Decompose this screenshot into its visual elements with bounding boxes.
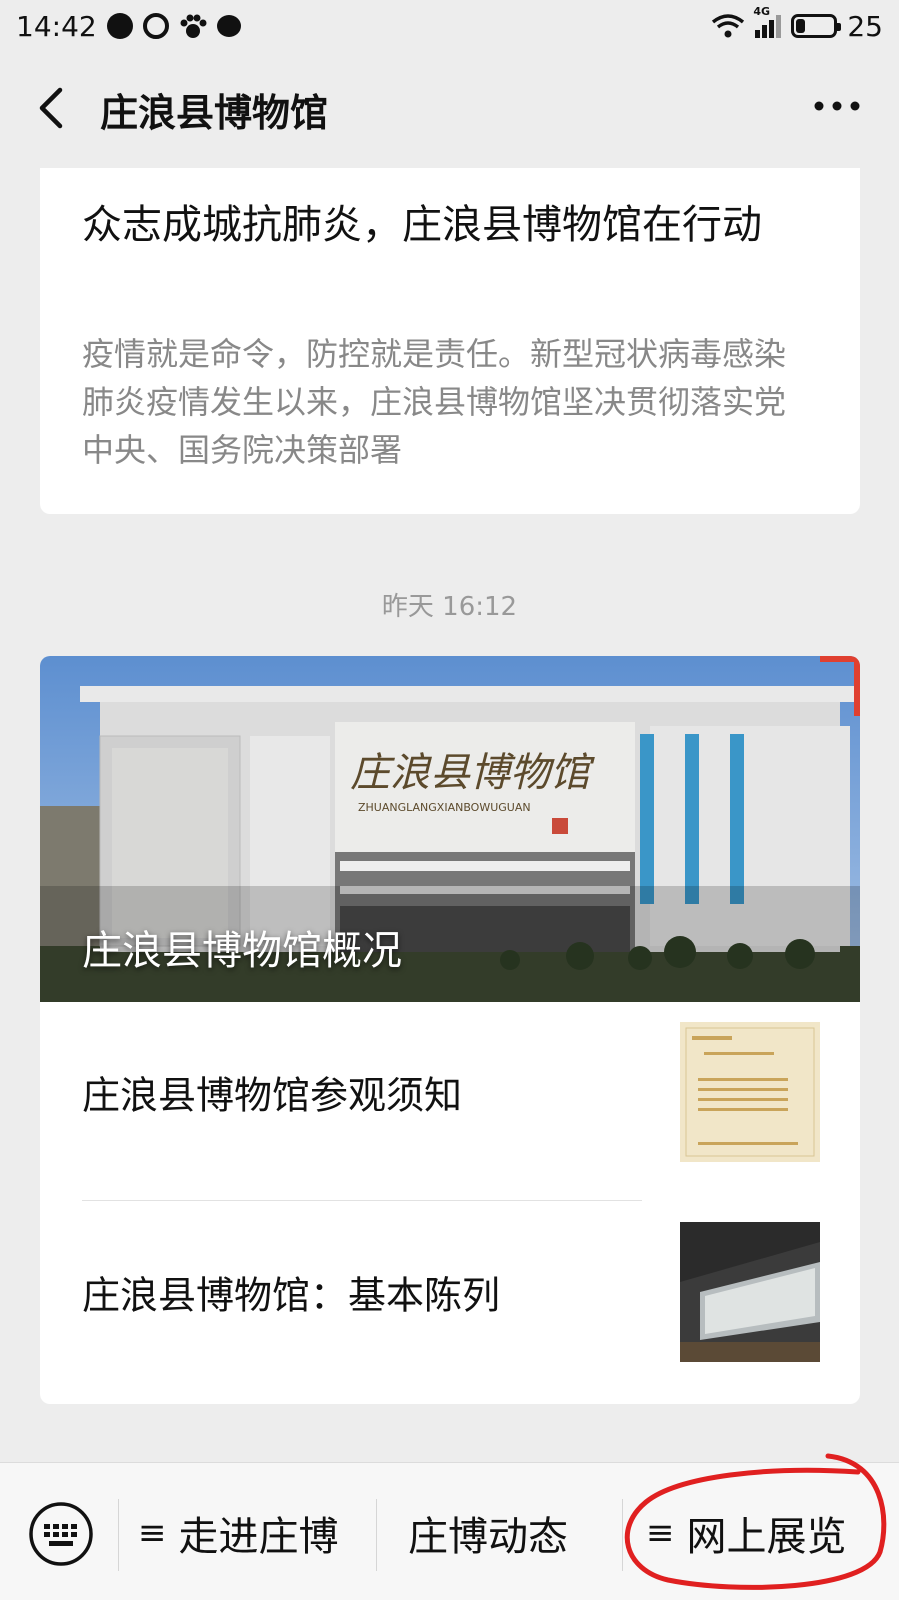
chat-icon bbox=[216, 15, 241, 37]
article-card[interactable]: 众志成城抗肺炎，庄浪县博物馆在行动 疫情就是命令，防控就是责任。新型冠状病毒感染… bbox=[40, 168, 860, 514]
menu-divider bbox=[118, 1499, 119, 1571]
article-group-card: 庄浪县博物馆 ZHUANGLANGXIANBOWUGUAN 庄浪县博物馆概况 庄… bbox=[40, 656, 860, 1404]
menu-divider bbox=[622, 1499, 623, 1571]
article-item[interactable]: 庄浪县博物馆参观须知 bbox=[40, 1002, 860, 1182]
article-item[interactable]: 庄浪县博物馆：基本陈列 bbox=[40, 1202, 860, 1382]
menu-item-dongtai[interactable]: 庄博动态 bbox=[408, 1497, 568, 1569]
submenu-icon: ≡ bbox=[646, 1513, 675, 1553]
message-timestamp: 昨天 16:12 bbox=[381, 592, 518, 622]
building-sign-text: 庄浪县博物馆 bbox=[350, 750, 595, 796]
menu-item-label: 庄博动态 bbox=[408, 1514, 568, 1560]
cover-article[interactable]: 庄浪县博物馆 ZHUANGLANGXIANBOWUGUAN 庄浪县博物馆概况 bbox=[40, 656, 860, 1002]
article-item-title: 庄浪县博物馆参观须知 bbox=[82, 1073, 463, 1118]
cover-article-title: 庄浪县博物馆概况 bbox=[82, 928, 402, 974]
visiting-notice-image bbox=[680, 1022, 820, 1162]
battery-icon bbox=[791, 14, 842, 38]
article-summary: 疫情就是命令，防控就是责任。新型冠状病毒感染肺炎疫情发生以来，庄浪县博物馆坚决贯… bbox=[82, 335, 787, 469]
status-time: 14:42 bbox=[16, 9, 97, 43]
menu-item-zoujin[interactable]: ≡ 走进庄博 bbox=[138, 1497, 339, 1569]
exhibition-hall-image bbox=[680, 1222, 820, 1362]
more-dots-icon[interactable] bbox=[807, 88, 867, 124]
menu-item-label: 网上展览 bbox=[686, 1514, 847, 1560]
menu-item-zhanlan[interactable]: ≡ 网上展览 bbox=[646, 1497, 847, 1569]
app-icon bbox=[142, 13, 169, 39]
battery-percent: 25 bbox=[847, 9, 883, 43]
message-bubble-icon bbox=[106, 13, 133, 39]
network-type: 4G bbox=[753, 4, 771, 18]
article-item-title: 庄浪县博物馆：基本陈列 bbox=[82, 1273, 501, 1318]
submenu-icon: ≡ bbox=[138, 1513, 167, 1553]
chat-header: 庄浪县博物馆 bbox=[0, 52, 899, 164]
page-title: 庄浪县博物馆 bbox=[100, 91, 329, 135]
chevron-left-icon[interactable] bbox=[30, 82, 78, 134]
divider bbox=[82, 1200, 642, 1201]
menu-item-label: 走进庄博 bbox=[178, 1514, 339, 1560]
status-bar: 14:42 4G 25 bbox=[0, 0, 899, 52]
keyboard-icon[interactable] bbox=[28, 1501, 94, 1567]
building-sign-pinyin: ZHUANGLANGXIANBOWUGUAN bbox=[358, 801, 531, 814]
menu-divider bbox=[376, 1499, 377, 1571]
bottom-menu: ≡ 走进庄博 庄博动态 ≡ 网上展览 bbox=[0, 1462, 899, 1600]
wifi-icon bbox=[712, 14, 745, 38]
paw-icon bbox=[180, 14, 207, 38]
article-title: 众志成城抗肺炎，庄浪县博物馆在行动 bbox=[82, 202, 762, 248]
signal-icon: 4G bbox=[753, 5, 782, 38]
